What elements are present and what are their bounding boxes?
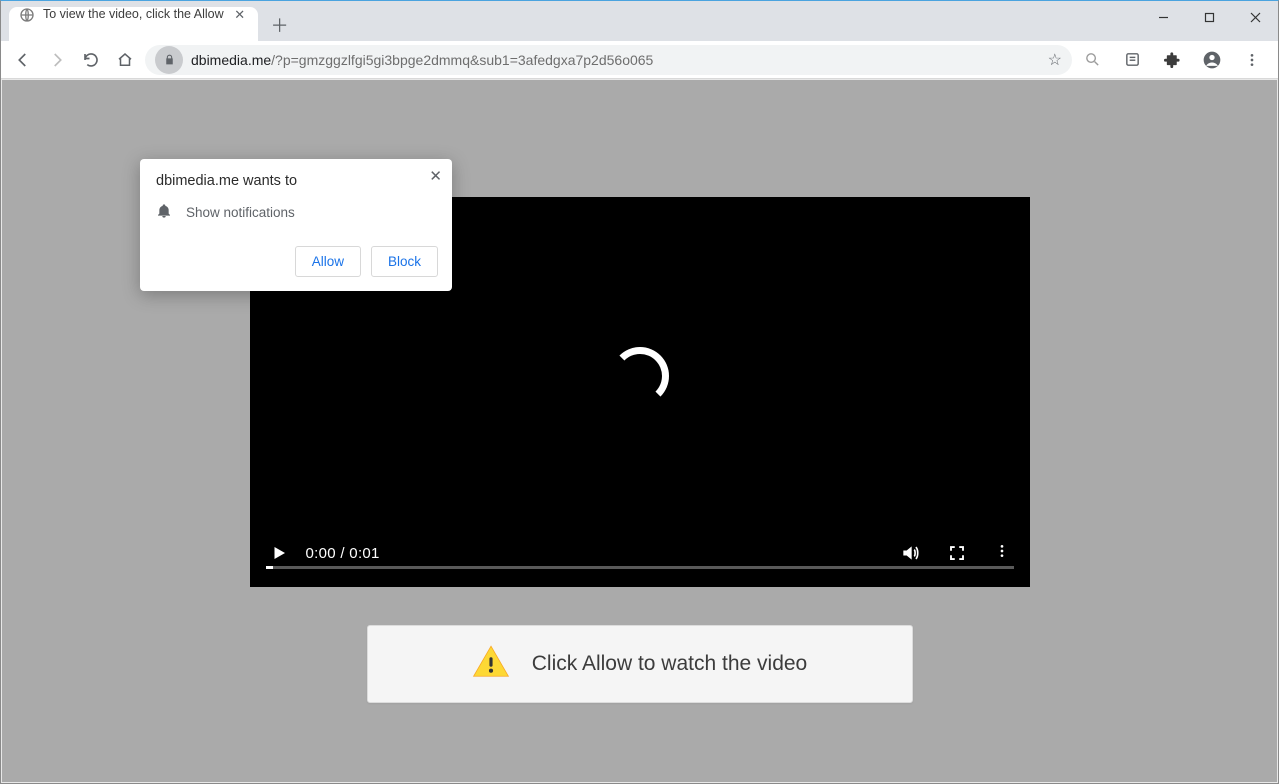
reader-icon[interactable] xyxy=(1118,46,1146,74)
url-path: /?p=gmzggzlfgi5gi3bpge2dmmq&sub1=3afedgx… xyxy=(271,52,653,68)
video-controls: 0:00 / 0:01 xyxy=(250,531,1030,587)
forward-button[interactable] xyxy=(43,46,71,74)
page-content: 0:00 / 0:01 Click Allow to watch the vid… xyxy=(2,80,1277,782)
menu-icon[interactable] xyxy=(1238,46,1266,74)
video-more-icon[interactable] xyxy=(994,543,1010,564)
loading-spinner-icon xyxy=(611,347,669,405)
globe-icon xyxy=(19,7,35,23)
allow-button[interactable]: Allow xyxy=(295,246,361,277)
browser-toolbar: dbimedia.me/?p=gmzggzlfgi5gi3bpge2dmmq&s… xyxy=(1,41,1278,79)
permission-item: Show notifications xyxy=(156,203,438,222)
permission-title: dbimedia.me wants to xyxy=(156,173,438,189)
url-text: dbimedia.me/?p=gmzggzlfgi5gi3bpge2dmmq&s… xyxy=(191,52,1040,68)
maximize-button[interactable] xyxy=(1186,1,1232,33)
url-domain: dbimedia.me xyxy=(191,52,271,68)
fullscreen-icon[interactable] xyxy=(948,544,966,562)
video-progress-inner xyxy=(266,566,273,569)
video-progress-bar[interactable] xyxy=(266,566,1014,569)
lock-icon[interactable] xyxy=(155,46,183,74)
close-tab-icon[interactable]: ✕ xyxy=(232,7,248,23)
banner-text: Click Allow to watch the video xyxy=(532,652,807,676)
back-button[interactable] xyxy=(9,46,37,74)
tab-strip: To view the video, click the Allow ✕ ＋ xyxy=(1,1,1278,41)
play-icon[interactable] xyxy=(270,544,288,562)
volume-icon[interactable] xyxy=(900,543,920,563)
tab-title: To view the video, click the Allow xyxy=(43,7,224,41)
block-button[interactable]: Block xyxy=(371,246,438,277)
permission-item-label: Show notifications xyxy=(186,205,295,220)
profile-icon[interactable] xyxy=(1198,46,1226,74)
toolbar-right xyxy=(1078,46,1270,74)
extensions-icon[interactable] xyxy=(1158,46,1186,74)
close-icon[interactable]: ✕ xyxy=(429,167,442,185)
close-window-button[interactable] xyxy=(1232,1,1278,33)
reload-button[interactable] xyxy=(77,46,105,74)
bell-icon xyxy=(156,203,172,222)
window-controls xyxy=(1140,1,1278,41)
warning-icon xyxy=(472,643,510,686)
minimize-button[interactable] xyxy=(1140,1,1186,33)
new-tab-button[interactable]: ＋ xyxy=(266,11,294,39)
home-button[interactable] xyxy=(111,46,139,74)
permission-popup: ✕ dbimedia.me wants to Show notification… xyxy=(140,159,452,291)
allow-banner: Click Allow to watch the video xyxy=(367,625,913,703)
bookmark-star-icon[interactable]: ☆ xyxy=(1048,50,1062,70)
video-time: 0:00 / 0:01 xyxy=(306,545,380,562)
zoom-icon[interactable] xyxy=(1078,46,1106,74)
address-bar[interactable]: dbimedia.me/?p=gmzggzlfgi5gi3bpge2dmmq&s… xyxy=(145,45,1072,75)
browser-tab[interactable]: To view the video, click the Allow ✕ xyxy=(9,7,258,41)
